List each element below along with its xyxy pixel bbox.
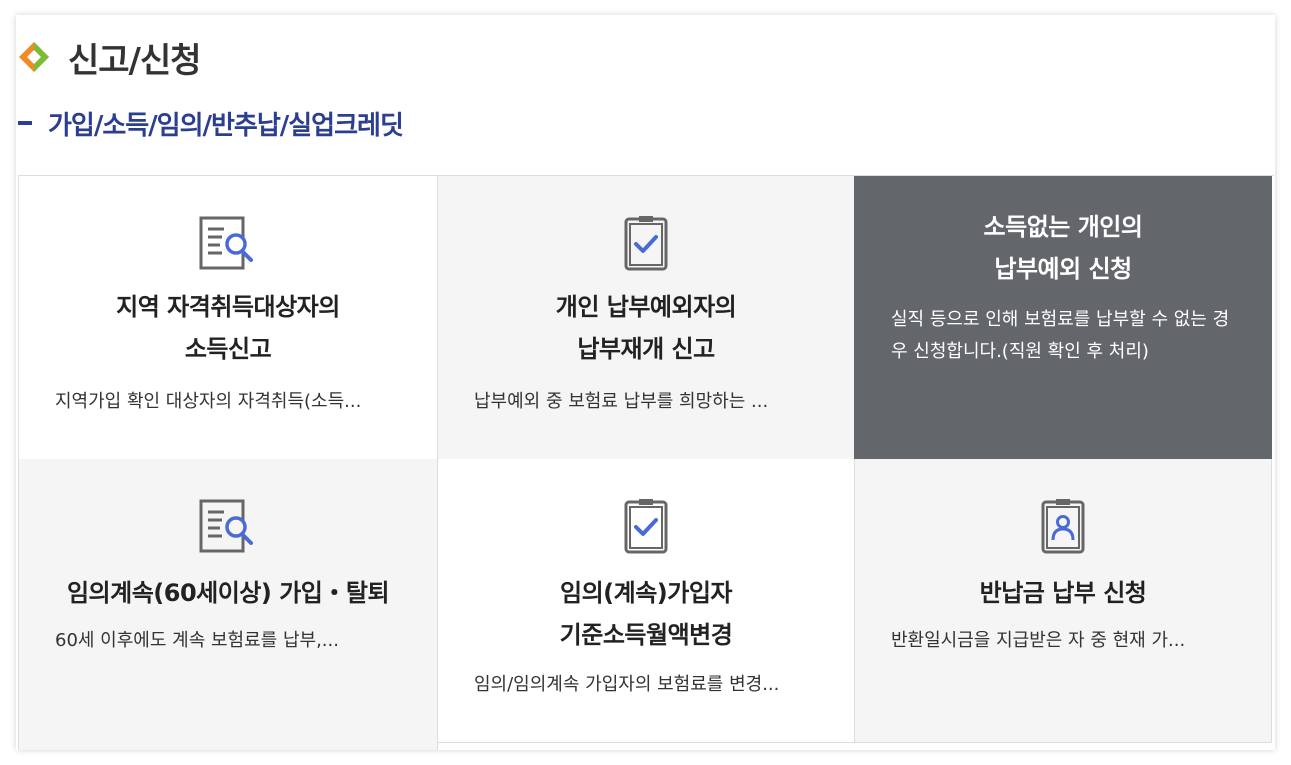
card-description: 납부예외 중 보험료 납부를 희망하는 ... bbox=[474, 391, 769, 412]
service-card-grid: 지역 자격취득대상자의 소득신고 지역가입 확인 대상자의 자격취득(소득...… bbox=[18, 175, 1274, 750]
card-description: 60세 이후에도 계속 보험료를 납부,... bbox=[55, 630, 339, 651]
clipboard-person-icon bbox=[1041, 499, 1085, 554]
document-search-icon bbox=[199, 499, 253, 553]
content-panel: 신고/신청 가입/소득/임의/반추납/실업크레딧 지역 자격취득대상자의 소득신… bbox=[16, 15, 1275, 750]
card-title-line1: 개인 납부예외자의 bbox=[555, 293, 737, 321]
card-title-line2: 납부예외 신청 bbox=[994, 255, 1132, 283]
card-regional-income-report[interactable]: 지역 자격취득대상자의 소득신고 지역가입 확인 대상자의 자격취득(소득... bbox=[18, 176, 438, 460]
card-title-line1: 임의계속(60세이상) 가입・탈퇴 bbox=[66, 579, 390, 607]
clipboard-check-icon bbox=[624, 499, 668, 554]
card-title-line1: 소득없는 개인의 bbox=[983, 213, 1143, 241]
document-search-icon bbox=[199, 216, 253, 270]
card-title-line1: 지역 자격취득대상자의 bbox=[116, 293, 340, 321]
card-title-line2: 기준소득월액변경 bbox=[559, 621, 733, 649]
card-voluntary-income-change[interactable]: 임의(계속)가입자 기준소득월액변경 임의/임의계속 가입자의 보험료를 변경.… bbox=[437, 459, 855, 743]
card-title-line1: 반납금 납부 신청 bbox=[979, 579, 1147, 607]
dash-bullet-icon bbox=[18, 121, 32, 125]
card-description: 임의/임의계속 가입자의 보험료를 변경... bbox=[474, 674, 780, 695]
card-exemption-resume-report[interactable]: 개인 납부예외자의 납부재개 신고 납부예외 중 보험료 납부를 희망하는 ..… bbox=[437, 176, 855, 460]
card-refund-payment-request[interactable]: 반납금 납부 신청 반환일시금을 지급받은 자 중 현재 가... bbox=[854, 459, 1272, 743]
card-description: 지역가입 확인 대상자의 자격취득(소득... bbox=[55, 391, 362, 412]
page-title: 신고/신청 bbox=[68, 40, 202, 81]
clipboard-check-icon bbox=[624, 216, 668, 271]
card-description: 실직 등으로 인해 보험료를 납부할 수 없는 경우 신청합니다.(직원 확인 … bbox=[891, 309, 1230, 362]
section-title: 가입/소득/임의/반추납/실업크레딧 bbox=[48, 110, 404, 141]
title-row: 신고/신청 bbox=[18, 37, 202, 81]
card-title-line2: 소득신고 bbox=[184, 335, 272, 363]
card-title-line1: 임의(계속)가입자 bbox=[560, 579, 733, 607]
card-no-income-exemption-request[interactable]: 소득없는 개인의 납부예외 신청 실직 등으로 인해 보험료를 납부할 수 없는… bbox=[854, 176, 1272, 460]
card-title-line2: 납부재개 신고 bbox=[577, 335, 715, 363]
card-description: 반환일시금을 지급받은 자 중 현재 가... bbox=[891, 630, 1186, 651]
section-heading: 가입/소득/임의/반추납/실업크레딧 bbox=[18, 105, 404, 141]
diamond-bullet-icon bbox=[19, 42, 49, 72]
card-voluntary-continuation[interactable]: 임의계속(60세이상) 가입・탈퇴 60세 이후에도 계속 보험료를 납부,..… bbox=[18, 459, 438, 750]
